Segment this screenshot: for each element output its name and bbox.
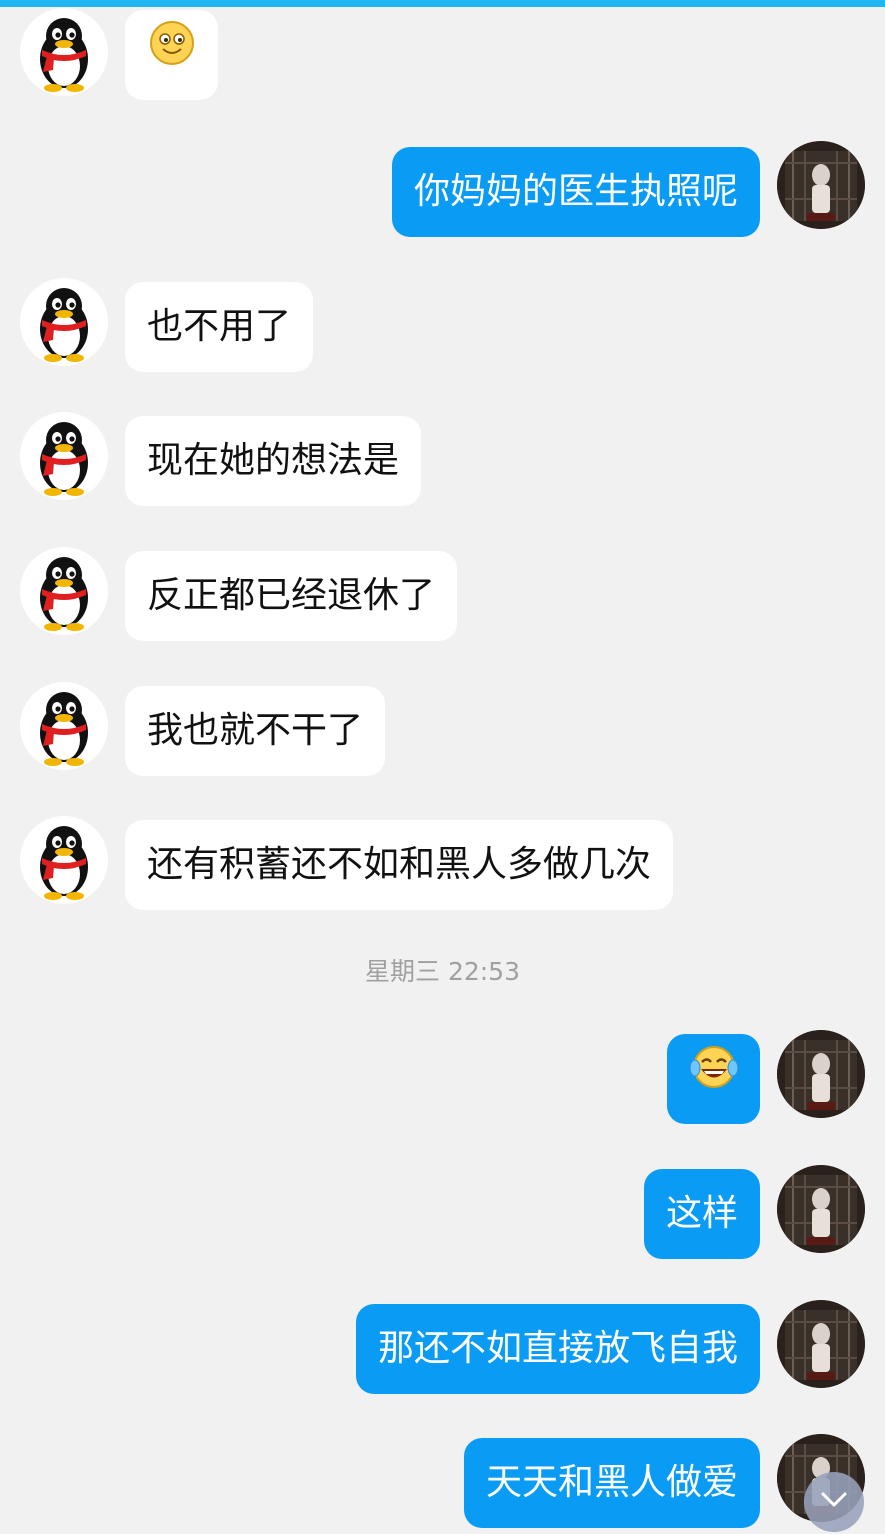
- message-bubble[interactable]: 你妈妈的医生执照呢: [391, 147, 760, 237]
- chevron-down-icon: [819, 1490, 849, 1514]
- message-bubble[interactable]: 天天和黑人做爱: [463, 1438, 760, 1528]
- contact-avatar-penguin-icon[interactable]: [20, 412, 108, 500]
- message-bubble[interactable]: 那还不如直接放飞自我: [355, 1304, 760, 1394]
- top-accent-bar: [0, 0, 885, 7]
- tears-of-joy-emoji-icon: [689, 1034, 739, 1124]
- message-bubble-emoji[interactable]: [667, 1034, 760, 1124]
- message-bubble[interactable]: 也不用了: [125, 282, 314, 372]
- self-avatar-photo-icon[interactable]: [777, 1300, 865, 1388]
- scroll-to-bottom-button[interactable]: [804, 1472, 864, 1532]
- self-avatar-photo-icon[interactable]: [777, 1030, 865, 1118]
- contact-avatar-penguin-icon[interactable]: [20, 816, 108, 904]
- contact-avatar-penguin-icon[interactable]: [20, 682, 108, 770]
- self-avatar-photo-icon[interactable]: [777, 141, 865, 229]
- contact-avatar-penguin-icon[interactable]: [20, 547, 108, 635]
- self-avatar-photo-icon[interactable]: [777, 1165, 865, 1253]
- message-bubble-emoji[interactable]: [125, 10, 218, 100]
- message-bubble[interactable]: 我也就不干了: [125, 686, 386, 776]
- message-bubble[interactable]: 现在她的想法是: [125, 416, 422, 506]
- contact-avatar-penguin-icon[interactable]: [20, 278, 108, 366]
- message-bubble[interactable]: 还有积蓄还不如和黑人多做几次: [125, 820, 674, 910]
- smile-emoji-icon: [149, 10, 195, 100]
- message-bubble[interactable]: 反正都已经退休了: [125, 551, 458, 641]
- message-timestamp: 星期三 22:53: [365, 957, 520, 986]
- contact-avatar-penguin-icon[interactable]: [20, 8, 108, 96]
- message-bubble[interactable]: 这样: [643, 1169, 760, 1259]
